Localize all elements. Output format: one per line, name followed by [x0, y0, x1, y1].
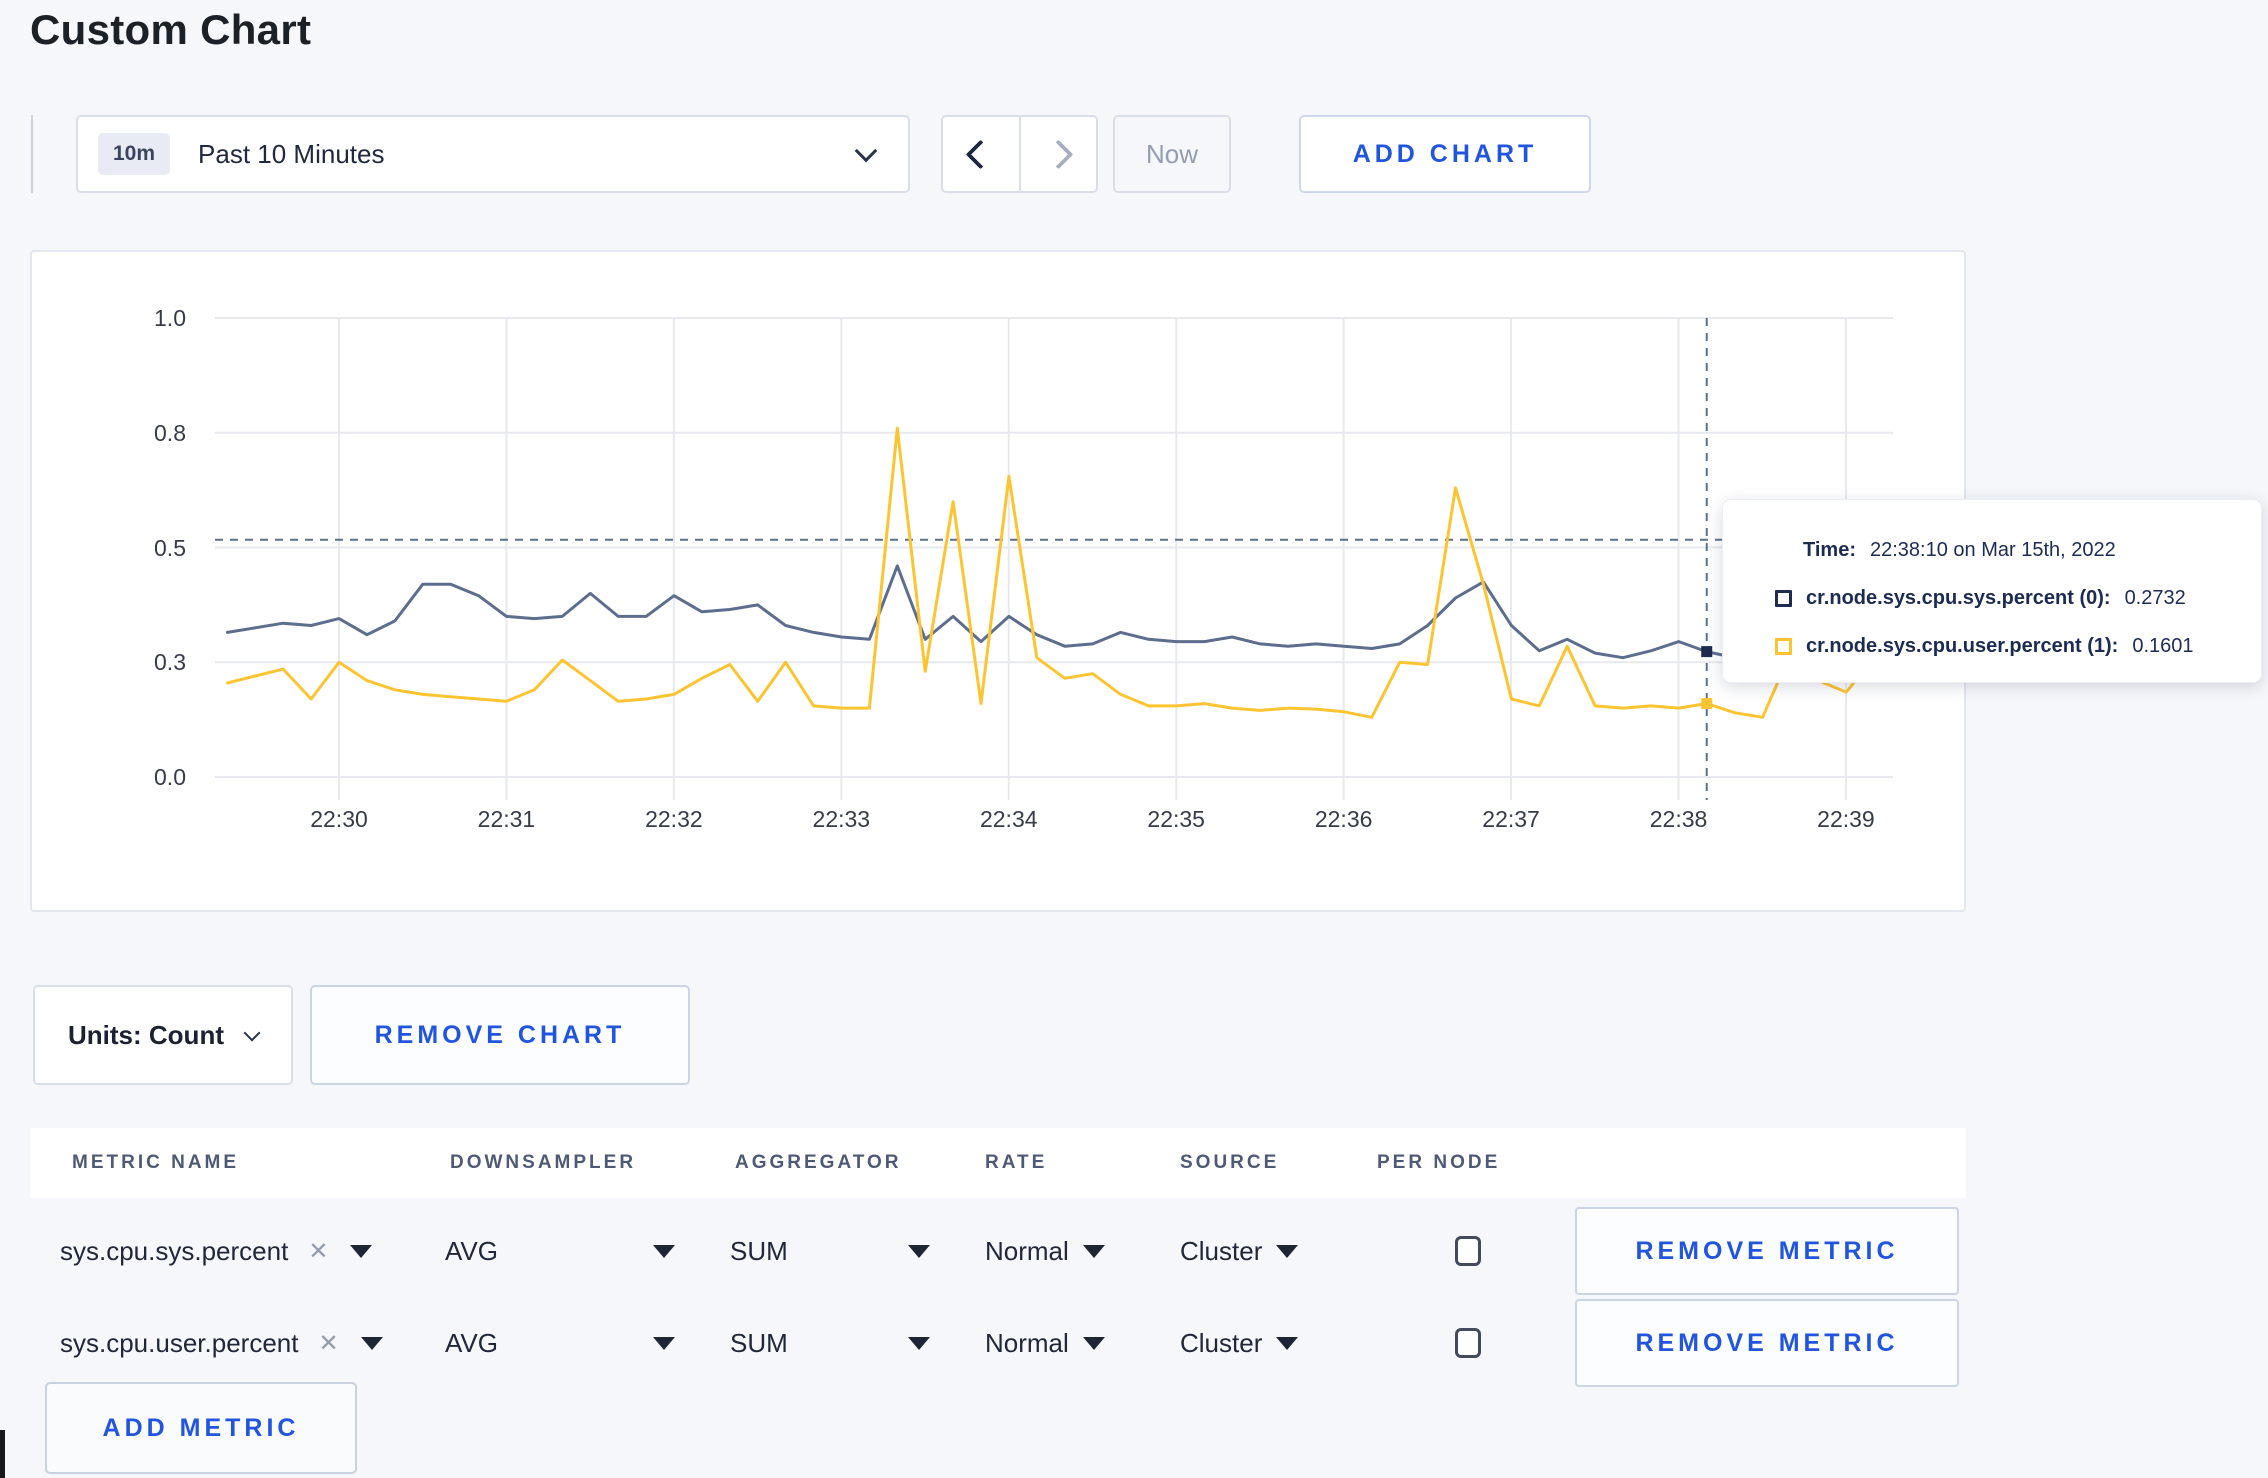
rate-value: Normal: [985, 1327, 1069, 1358]
tooltip-series-label: cr.node.sys.cpu.user.percent (1):: [1806, 634, 2119, 657]
x-axis-tick-label: 22:30: [310, 806, 368, 832]
remove-metric-button[interactable]: REMOVE METRIC: [1575, 1207, 1959, 1295]
time-window-dropdown[interactable]: 10m Past 10 Minutes: [76, 115, 910, 193]
downsampler-value: AVG: [445, 1235, 498, 1266]
x-axis-tick-label: 22:31: [477, 806, 536, 832]
now-button[interactable]: Now: [1113, 115, 1231, 193]
downsampler-select[interactable]: AVG: [445, 1297, 675, 1389]
dropdown-arrow-icon: [1082, 1244, 1105, 1258]
source-select[interactable]: Cluster: [1180, 1297, 1299, 1389]
chevron-left-icon: [965, 139, 996, 169]
x-axis-tick-label: 22:35: [1147, 806, 1205, 832]
source-select[interactable]: Cluster: [1180, 1205, 1299, 1297]
time-window-label: Past 10 Minutes: [198, 138, 385, 169]
dropdown-arrow-icon: [1276, 1244, 1299, 1258]
y-axis-tick-label: 0.8: [154, 419, 186, 446]
aggregator-value: SUM: [730, 1235, 788, 1266]
timeseries-chart[interactable]: [215, 317, 1893, 800]
sys-series-legend-icon: [1775, 589, 1792, 607]
dropdown-arrow-icon: [1276, 1336, 1299, 1350]
x-axis: 22:30 22:31 22:32 22:33 22:34 22:35 22:36 22:37…: [215, 806, 1893, 840]
dropdown-arrow-icon: [360, 1336, 383, 1350]
page-title: Custom Chart: [30, 6, 312, 53]
next-time-button[interactable]: [1021, 117, 1097, 191]
series-line-1: [225, 426, 1876, 719]
x-axis-tick-label: 22:33: [812, 806, 871, 832]
x-axis-tick-label: 22:39: [1817, 806, 1875, 832]
time-window-badge: 10m: [98, 133, 171, 175]
y-axis: 1.0 0.8 0.5 0.3 0.0: [100, 305, 186, 790]
rate-select[interactable]: Normal: [985, 1297, 1105, 1389]
prev-time-button[interactable]: [943, 117, 1021, 191]
chevron-down-icon: [854, 139, 878, 163]
tooltip-time-value: 22:38:10 on Mar 15th, 2022: [1869, 538, 2116, 561]
tooltip-series-value: 0.1601: [2132, 634, 2194, 657]
tooltip-time-row: Time: 22:38:10 on Mar 15th, 2022: [1775, 530, 2261, 570]
x-axis-tick-label: 22:37: [1482, 806, 1540, 832]
dropdown-arrow-icon: [908, 1244, 930, 1258]
aggregator-select[interactable]: SUM: [730, 1297, 930, 1389]
per-node-checkbox[interactable]: [1455, 1236, 1481, 1266]
dropdown-arrow-icon: [350, 1244, 373, 1258]
page-edge-artifact: [0, 1430, 5, 1478]
add-metric-button[interactable]: ADD METRIC: [45, 1382, 357, 1474]
metric-name-select[interactable]: sys.cpu.user.percent ✕: [60, 1297, 383, 1389]
aggregator-value: SUM: [730, 1327, 788, 1358]
tooltip-series-label: cr.node.sys.cpu.sys.percent (0):: [1806, 586, 2111, 609]
tooltip-series-row: cr.node.sys.cpu.sys.percent (0): 0.2732: [1775, 578, 2261, 618]
col-header-downsampler: DOWNSAMPLER: [450, 1152, 637, 1173]
y-axis-tick-label: 0.3: [154, 649, 186, 676]
source-value: Cluster: [1180, 1235, 1263, 1266]
col-header-rate: RATE: [985, 1152, 1048, 1173]
chart-hover-tooltip: Time: 22:38:10 on Mar 15th, 2022 cr.node…: [1722, 499, 2262, 683]
x-axis-tick-label: 22:32: [645, 806, 703, 832]
units-label: Units: Count: [68, 1019, 224, 1050]
x-axis-tick-label: 22:36: [1314, 806, 1373, 832]
metric-name-value: sys.cpu.sys.percent: [60, 1235, 289, 1266]
dropdown-arrow-icon: [908, 1336, 930, 1350]
col-header-metric-name: METRIC NAME: [72, 1152, 240, 1173]
tooltip-series-row: cr.node.sys.cpu.user.percent (1): 0.1601: [1775, 626, 2261, 666]
y-axis-tick-label: 0.5: [154, 534, 186, 561]
per-node-checkbox[interactable]: [1455, 1328, 1481, 1358]
downsampler-value: AVG: [445, 1327, 498, 1358]
remove-metric-button[interactable]: REMOVE METRIC: [1575, 1299, 1959, 1387]
source-value: Cluster: [1180, 1327, 1263, 1358]
tooltip-time-label: Time:: [1803, 538, 1856, 561]
y-axis-tick-label: 0.0: [154, 764, 186, 790]
col-header-aggregator: AGGREGATOR: [735, 1152, 902, 1173]
downsampler-select[interactable]: AVG: [445, 1205, 675, 1297]
col-header-per-node: PER NODE: [1377, 1152, 1501, 1173]
clear-metric-icon[interactable]: ✕: [318, 1329, 338, 1358]
table-row: sys.cpu.sys.percent ✕ AVG SUM Normal Clu…: [30, 1205, 1966, 1297]
remove-chart-button[interactable]: REMOVE CHART: [310, 985, 690, 1085]
chevron-down-icon: [243, 1024, 261, 1042]
aggregator-select[interactable]: SUM: [730, 1205, 930, 1297]
hover-point-marker-1: [1701, 698, 1713, 710]
clear-metric-icon[interactable]: ✕: [308, 1237, 328, 1266]
x-axis-tick-label: 22:34: [979, 806, 1038, 832]
time-pager: [941, 115, 1098, 193]
col-header-source: SOURCE: [1180, 1152, 1280, 1173]
add-chart-button[interactable]: ADD CHART: [1299, 115, 1591, 193]
metric-name-select[interactable]: sys.cpu.sys.percent ✕: [60, 1205, 373, 1297]
metric-name-value: sys.cpu.user.percent: [60, 1327, 299, 1358]
y-axis-tick-label: 1.0: [154, 305, 186, 331]
user-series-legend-icon: [1775, 637, 1792, 655]
rate-value: Normal: [985, 1235, 1069, 1266]
dropdown-arrow-icon: [653, 1336, 675, 1350]
dropdown-arrow-icon: [1082, 1336, 1105, 1350]
hover-point-marker-0: [1701, 646, 1713, 658]
metrics-table-header: METRIC NAME DOWNSAMPLER AGGREGATOR RATE …: [30, 1128, 1966, 1198]
dropdown-arrow-icon: [653, 1244, 675, 1258]
tooltip-series-value: 0.2732: [2124, 586, 2186, 609]
table-row: sys.cpu.user.percent ✕ AVG SUM Normal Cl…: [30, 1297, 1966, 1389]
x-axis-tick-label: 22:38: [1649, 806, 1708, 832]
units-dropdown[interactable]: Units: Count: [33, 985, 293, 1085]
chevron-right-icon: [1043, 139, 1074, 169]
series-line-0: [225, 564, 1876, 660]
toolbar-left-divider: [31, 115, 33, 193]
rate-select[interactable]: Normal: [985, 1205, 1105, 1297]
